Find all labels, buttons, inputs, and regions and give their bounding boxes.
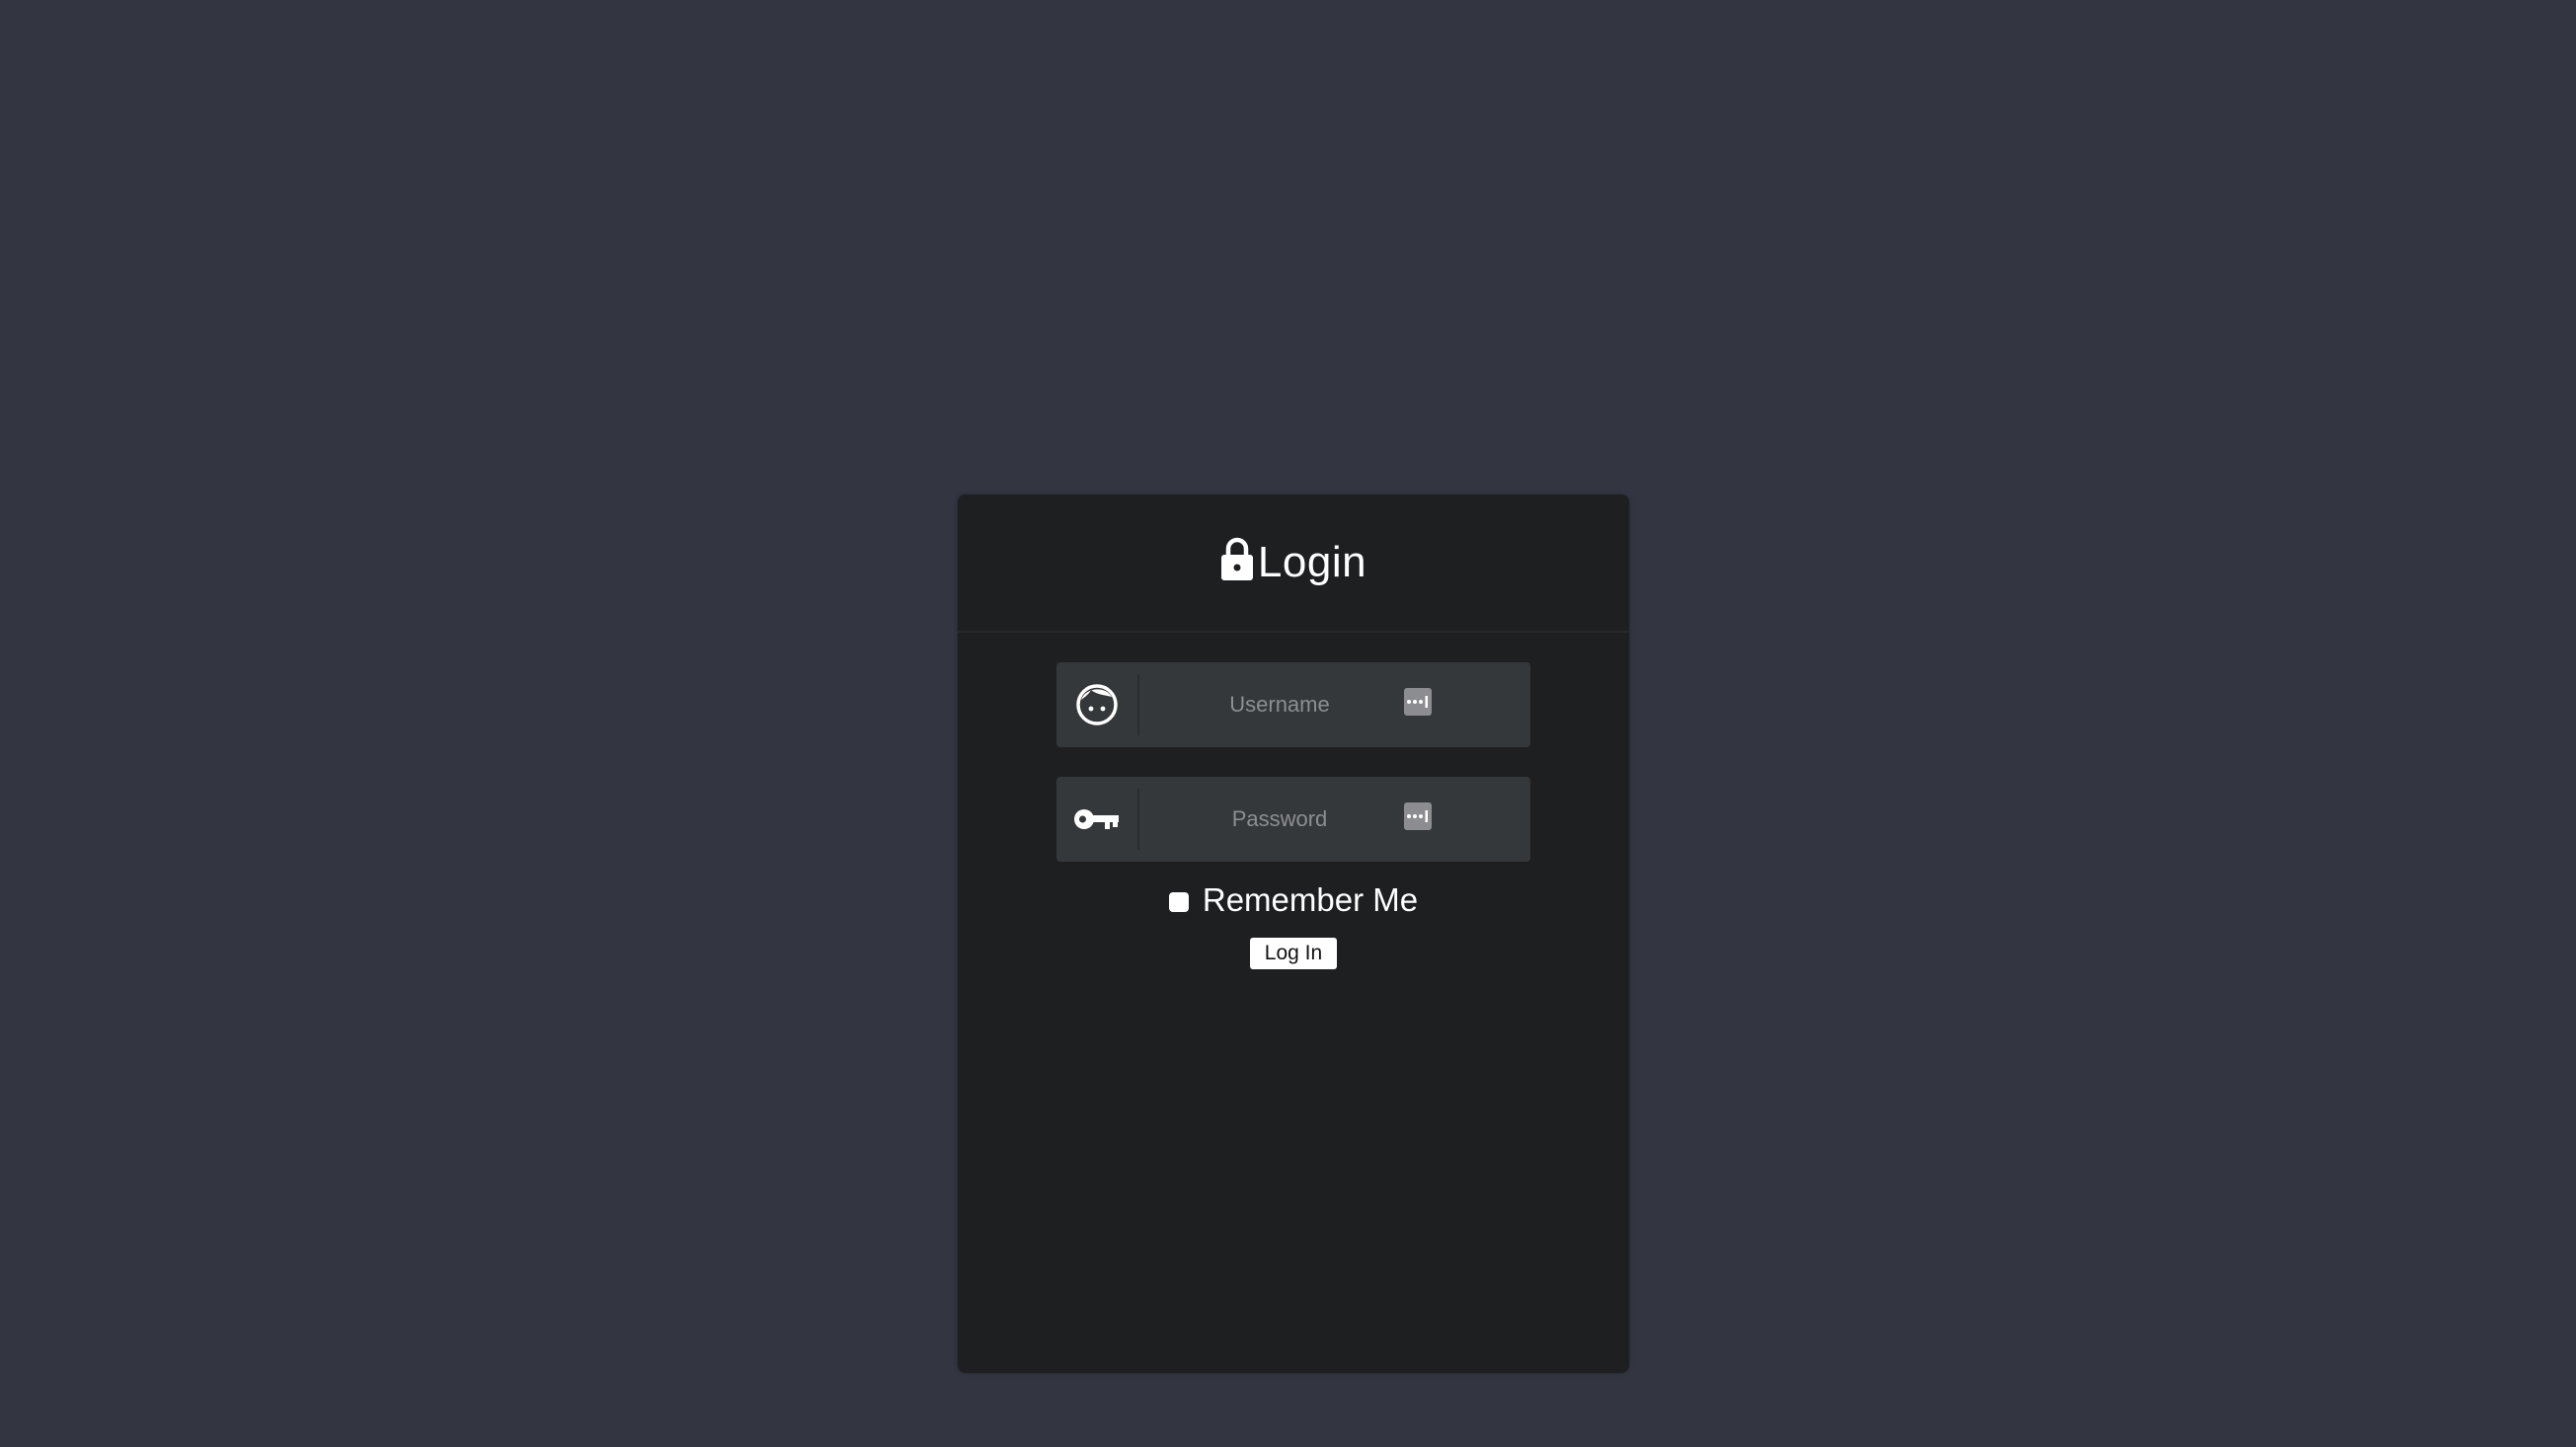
remember-me-checkbox[interactable] — [1168, 892, 1189, 912]
card-header: Login — [958, 495, 1629, 633]
password-input[interactable] — [1141, 777, 1418, 862]
field-divider — [1137, 674, 1139, 735]
username-field-group — [1056, 662, 1530, 747]
page-title: Login — [1257, 538, 1367, 586]
keychain-icon[interactable] — [1404, 802, 1432, 830]
lock-icon — [1220, 537, 1253, 580]
password-icon-cell — [1056, 777, 1137, 862]
username-icon-cell — [1056, 662, 1137, 747]
field-divider — [1137, 789, 1139, 850]
face-icon — [1076, 684, 1118, 725]
key-icon — [1074, 809, 1119, 829]
log-in-button[interactable]: Log In — [1250, 938, 1337, 969]
remember-me-row: Remember Me — [958, 881, 1629, 919]
keychain-icon[interactable] — [1404, 688, 1432, 716]
remember-me-label[interactable]: Remember Me — [1203, 881, 1418, 919]
password-field-group — [1056, 777, 1530, 862]
login-card: Login Username Remember Me Log In — [958, 495, 1629, 1373]
username-input[interactable] — [1141, 662, 1418, 747]
